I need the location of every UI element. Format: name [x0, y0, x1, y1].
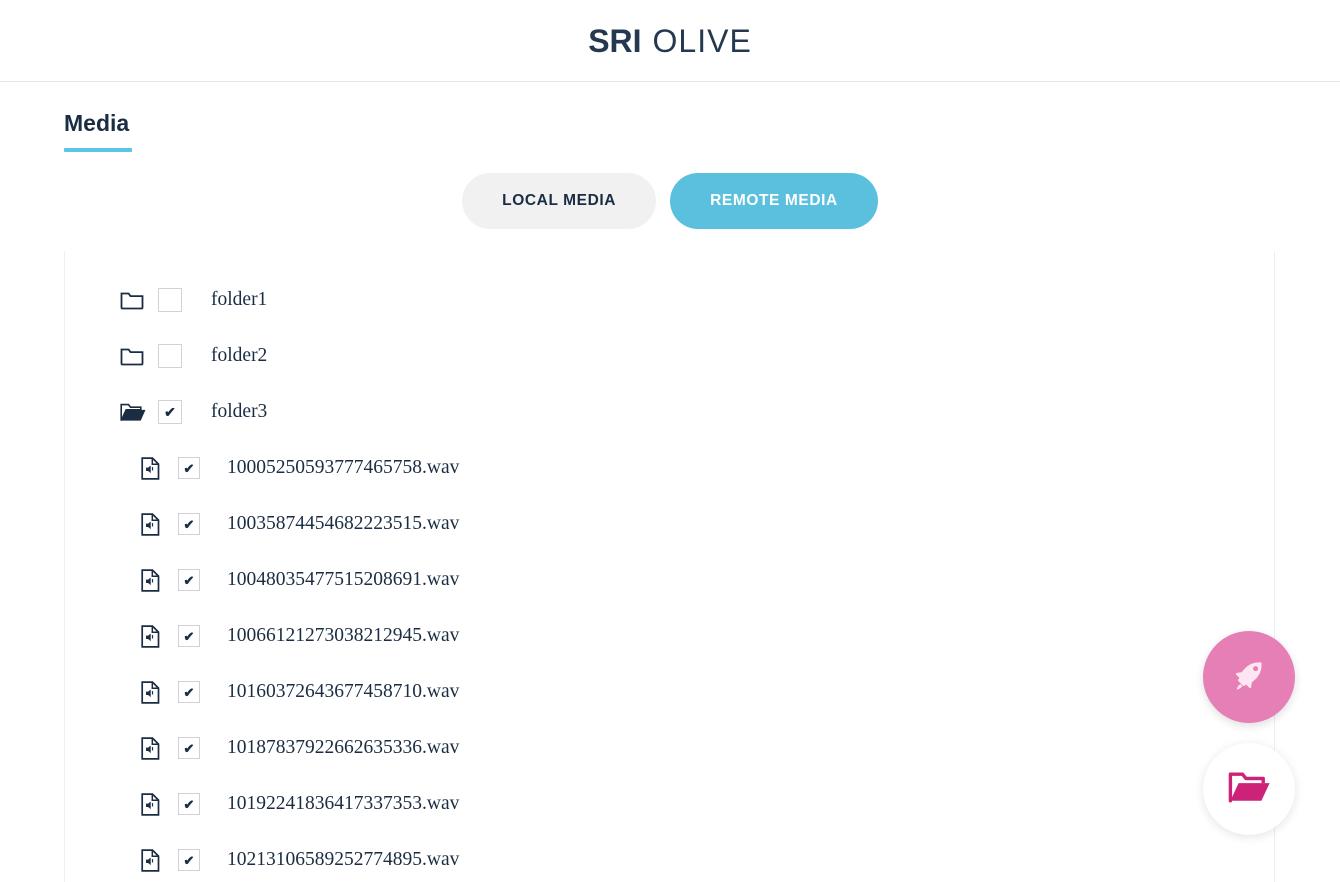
folder-closed-icon: [120, 346, 154, 366]
folder-closed-icon: [120, 290, 154, 310]
tree-row-folder[interactable]: ✔ folder1: [65, 272, 1274, 328]
tree-row-file[interactable]: ✔ 10187837922662635336.wav: [65, 720, 1274, 776]
tree-row-file[interactable]: ✔ 10160372643677458710.wav: [65, 664, 1274, 720]
folder-checkbox[interactable]: ✔: [158, 288, 182, 312]
file-checkbox[interactable]: ✔: [178, 457, 200, 479]
file-label: 10005250593777465758.wav: [227, 457, 460, 478]
checkmark-icon: ✔: [183, 460, 195, 476]
app-logo: SRI OLIVE: [588, 25, 752, 57]
folder-label: folder3: [211, 401, 268, 422]
media-tree-panel: ✔ folder1 ✔ folder2 ✔ folder3: [64, 251, 1275, 882]
rocket-icon: [1227, 653, 1271, 702]
tree-row-file[interactable]: ✔ 10048035477515208691.wav: [65, 552, 1274, 608]
file-label: 10213106589252774895.wav: [227, 849, 460, 870]
checkmark-icon: ✔: [183, 572, 195, 588]
audio-file-icon: [141, 624, 175, 648]
page-title-block: Media: [0, 82, 1340, 152]
file-checkbox[interactable]: ✔: [178, 513, 200, 535]
audio-file-icon: [141, 568, 175, 592]
file-checkbox[interactable]: ✔: [178, 793, 200, 815]
logo-primary-text: SRI: [588, 22, 642, 59]
tree-row-folder[interactable]: ✔ folder2: [65, 328, 1274, 384]
folder-label: folder2: [211, 345, 268, 366]
folder-open-icon: [1228, 770, 1270, 809]
file-checkbox[interactable]: ✔: [178, 625, 200, 647]
checkmark-icon: ✔: [183, 628, 195, 644]
folder-label: folder1: [211, 289, 268, 310]
tab-local-media[interactable]: LOCAL MEDIA: [462, 172, 657, 229]
checkmark-icon: ✔: [183, 516, 195, 532]
media-source-tabs: LOCAL MEDIA REMOTE MEDIA: [0, 172, 1340, 229]
audio-file-icon: [141, 792, 175, 816]
folder-checkbox[interactable]: ✔: [158, 344, 182, 368]
page-title: Media: [64, 110, 130, 136]
file-label: 10048035477515208691.wav: [227, 569, 460, 590]
submit-job-fab[interactable]: [1203, 631, 1295, 723]
audio-file-icon: [141, 512, 175, 536]
file-label: 10160372643677458710.wav: [227, 681, 460, 702]
file-label: 10192241836417337353.wav: [227, 793, 460, 814]
file-label: 10035874454682223515.wav: [227, 513, 460, 534]
tab-remote-media[interactable]: REMOTE MEDIA: [670, 172, 878, 229]
open-folder-fab[interactable]: [1203, 743, 1295, 835]
audio-file-icon: [141, 736, 175, 760]
checkmark-icon: ✔: [164, 404, 176, 420]
audio-file-icon: [141, 680, 175, 704]
tree-row-file[interactable]: ✔ 10213106589252774895.wav: [65, 832, 1274, 882]
tree-row-file[interactable]: ✔ 10005250593777465758.wav: [65, 440, 1274, 496]
audio-file-icon: [141, 848, 175, 872]
tree-row-file[interactable]: ✔ 10192241836417337353.wav: [65, 776, 1274, 832]
folder-open-icon: [120, 402, 154, 422]
file-checkbox[interactable]: ✔: [178, 569, 200, 591]
audio-file-icon: [141, 456, 175, 480]
checkmark-icon: ✔: [183, 852, 195, 868]
checkmark-icon: ✔: [183, 796, 195, 812]
logo-secondary-text: OLIVE: [652, 22, 752, 59]
tree-row-folder[interactable]: ✔ folder3: [65, 384, 1274, 440]
checkmark-icon: ✔: [183, 684, 195, 700]
file-label: 10066121273038212945.wav: [227, 625, 460, 646]
tree-row-file[interactable]: ✔ 10035874454682223515.wav: [65, 496, 1274, 552]
checkmark-icon: ✔: [183, 740, 195, 756]
file-label: 10187837922662635336.wav: [227, 737, 460, 758]
page-title-underline: [64, 147, 132, 152]
app-header: SRI OLIVE: [0, 0, 1340, 82]
file-checkbox[interactable]: ✔: [178, 737, 200, 759]
file-checkbox[interactable]: ✔: [178, 681, 200, 703]
file-checkbox[interactable]: ✔: [178, 849, 200, 871]
folder-checkbox[interactable]: ✔: [158, 400, 182, 424]
tree-row-file[interactable]: ✔ 10066121273038212945.wav: [65, 608, 1274, 664]
